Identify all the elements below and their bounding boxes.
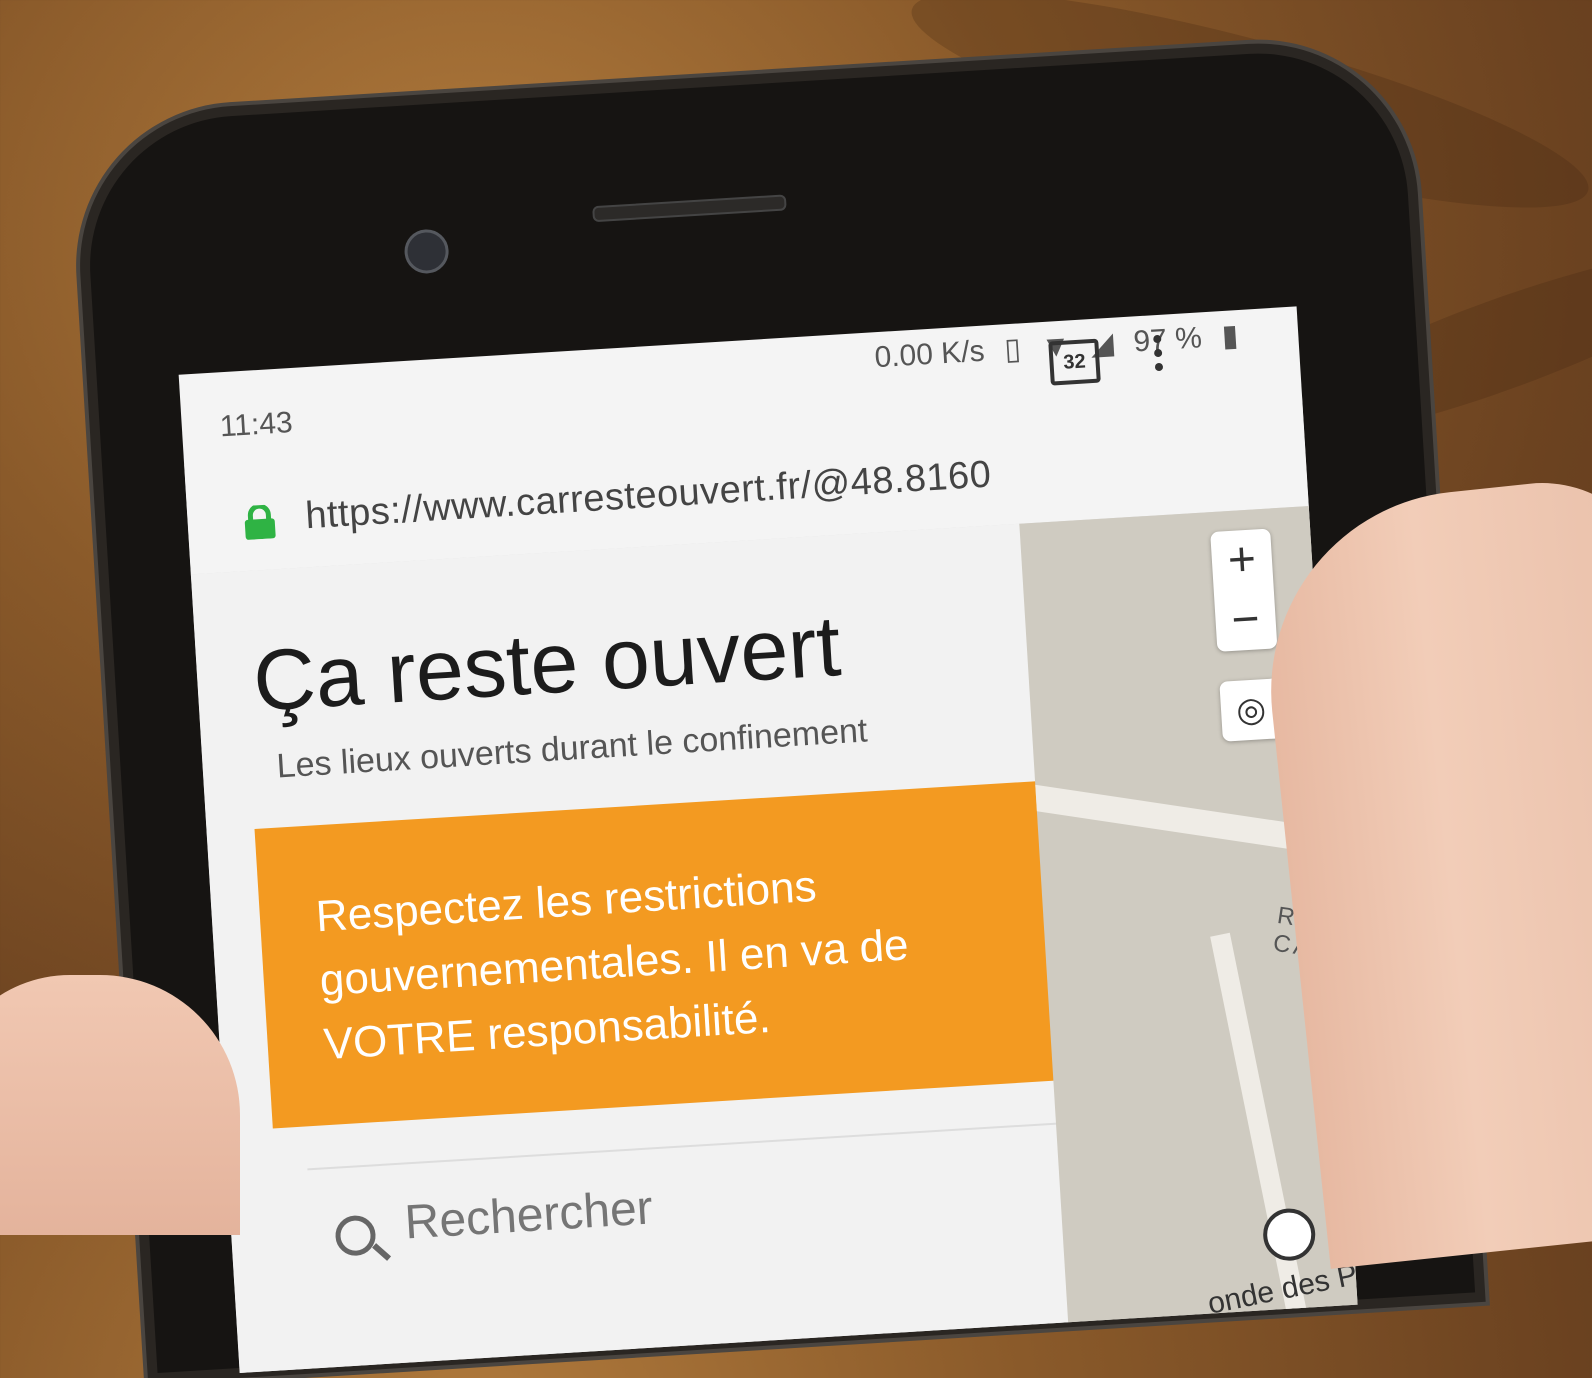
battery-level: 97 % [1132,320,1203,358]
warning-banner: Respectez les restrictions gouvernementa… [254,778,1102,1129]
zoom-in-button[interactable]: + [1210,528,1274,592]
zoom-controls: + − [1210,528,1278,652]
url-text[interactable]: https://www.carresteouvert.fr/@48.8160 [304,453,992,538]
phone-screen: 11:43 0.00 K/s ▯ ▼ ◢ 97 % ▮ https://www.… [178,306,1358,1373]
lock-icon [244,504,276,540]
zoom-out-button[interactable]: − [1214,588,1278,652]
crosshair-icon: ◎ [1235,690,1268,730]
side-panel: Ça reste ouvert Les lieux ouverts durant… [190,523,1120,1373]
search-bar: ✓ [307,1119,1120,1281]
search-icon [334,1214,377,1257]
vibrate-icon: ▯ [1003,332,1022,367]
battery-icon: ▮ [1220,319,1240,354]
page-title: Ça reste ouvert [250,598,844,730]
phone: 11:43 0.00 K/s ▯ ▼ ◢ 97 % ▮ https://www.… [81,44,1476,1373]
bakery-icon[interactable] [1261,1207,1317,1263]
status-time: 11:43 [218,405,294,444]
earpiece [592,194,787,223]
search-input[interactable] [401,1162,928,1252]
warning-banner-text: Respectez les restrictions gouvernementa… [314,861,910,1070]
network-speed: 0.00 K/s [873,334,986,374]
tab-switcher-button[interactable]: 32 [1048,338,1101,386]
front-camera [403,228,450,275]
